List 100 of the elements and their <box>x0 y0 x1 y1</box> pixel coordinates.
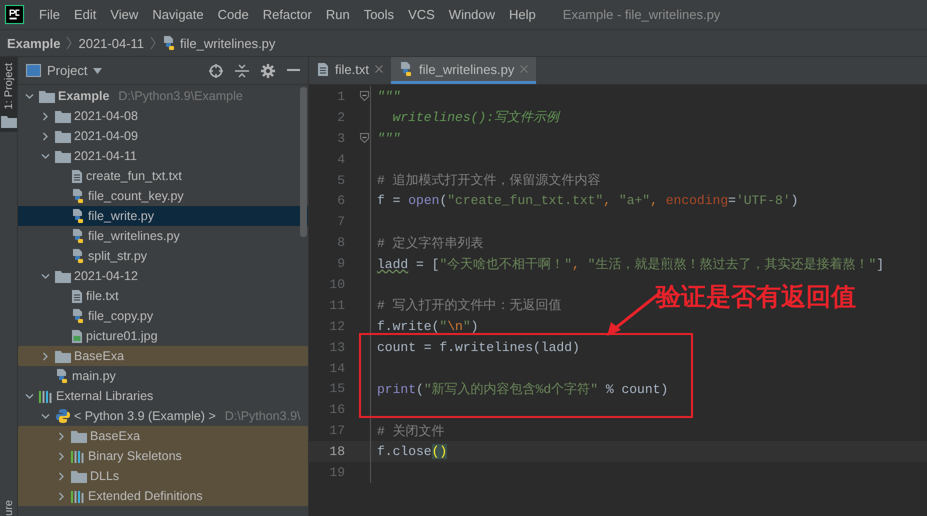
code-line: ladd = ["今天啥也不相干啊！", "生活，就是煎熬！熬过去了，其实还是接着熬！"] <box>377 256 884 273</box>
tree-item[interactable]: < Python 3.9 (Example) > D:\Python3.9\ <box>18 406 308 426</box>
tree-item[interactable]: main.py <box>18 366 308 386</box>
menu-item[interactable]: Help <box>502 7 543 22</box>
python-file-icon <box>71 228 85 244</box>
menu-item[interactable]: Edit <box>66 7 104 22</box>
python-file-icon <box>71 188 85 204</box>
editor-tab[interactable]: file_writelines.py <box>390 57 536 84</box>
code-line: writelines():写文件示例 <box>392 109 560 126</box>
chevron-down-icon[interactable] <box>24 92 34 100</box>
tree-item-label: 2021-04-12 <box>74 269 138 283</box>
tree-item[interactable]: 2021-04-08 <box>18 106 308 126</box>
code-line: f.close() <box>377 444 448 460</box>
path-hint: D:\Python3.9\ <box>224 409 300 423</box>
tree-item[interactable]: file_copy.py <box>18 306 308 326</box>
folder-icon <box>71 470 87 482</box>
tree-item[interactable]: BaseExa <box>18 426 308 446</box>
tree-item[interactable]: External Libraries <box>18 386 308 406</box>
line-number: 11 <box>328 298 346 313</box>
line-number: 4 <box>336 152 346 167</box>
tree-item-label: main.py <box>72 369 116 383</box>
line-number: 9 <box>336 256 346 272</box>
tree-item[interactable]: file_write.py <box>18 206 308 226</box>
tree-item[interactable]: 2021-04-11 <box>18 146 308 166</box>
python-file-icon <box>71 208 85 224</box>
chevron-right-icon[interactable] <box>56 452 66 460</box>
line-number: 14 <box>328 360 346 376</box>
chevron-right-icon[interactable] <box>40 132 50 140</box>
panel-title[interactable]: Project <box>47 63 88 78</box>
menu-item[interactable]: Run <box>318 7 357 22</box>
python-file-icon <box>398 61 413 77</box>
fold-marker-icon[interactable] <box>360 133 369 144</box>
breadcrumb-item[interactable]: file_writelines.py <box>180 36 276 50</box>
breadcrumb-item[interactable]: 2021-04-11 <box>78 36 144 50</box>
menu-item[interactable]: Window <box>442 7 502 22</box>
chevron-right-icon[interactable] <box>56 432 66 440</box>
line-number: 19 <box>328 464 346 480</box>
tree-item-label: file_write.py <box>88 209 154 223</box>
tree-item[interactable]: 2021-04-12 <box>18 266 308 286</box>
tree-item[interactable]: create_fun_txt.txt <box>18 166 308 186</box>
menu-item[interactable]: Refactor <box>256 7 319 22</box>
collapse-icon[interactable] <box>235 64 249 78</box>
menu-item[interactable]: Navigate <box>145 7 211 22</box>
line-number: 13 <box>328 340 346 355</box>
code-line: # 写入打开的文件中：无返回值 <box>377 297 562 314</box>
tree-item[interactable]: Binary Skeletons <box>18 446 308 466</box>
crosshair-icon[interactable] <box>209 64 223 78</box>
menu-item[interactable]: Tools <box>356 7 402 22</box>
code-line: # 定义字符串列表 <box>377 234 484 252</box>
line-number: 2 <box>336 110 346 125</box>
tree-item[interactable]: DLLs <box>18 466 308 486</box>
menu-item[interactable]: Code <box>210 7 256 22</box>
library-icon <box>39 390 53 402</box>
code-line: f.write("\n") <box>377 318 478 334</box>
breadcrumb-item[interactable]: Example <box>7 36 60 50</box>
menu-item[interactable]: File <box>32 7 67 22</box>
tree-item[interactable]: split_str.py <box>18 246 308 266</box>
chevron-right-icon[interactable] <box>40 112 50 120</box>
line-number: 15 <box>328 381 346 396</box>
menu-item[interactable]: VCS <box>401 7 442 22</box>
tree-item-label: 2021-04-09 <box>74 129 138 143</box>
chevron-right-icon[interactable] <box>56 472 66 480</box>
line-number: 12 <box>328 318 346 334</box>
folder-icon <box>55 110 71 122</box>
tree-item[interactable]: file.txt <box>18 286 308 306</box>
python-logo-icon <box>55 408 71 424</box>
python-file-icon <box>55 368 69 384</box>
tree-item-label: BaseExa <box>90 429 140 443</box>
chevron-down-icon[interactable] <box>40 152 50 160</box>
tree-item[interactable]: file_count_key.py <box>18 186 308 206</box>
settings-icon[interactable] <box>261 64 275 78</box>
line-number: 8 <box>336 235 346 250</box>
chevron-right-icon[interactable] <box>56 492 66 500</box>
tree-item[interactable]: 2021-04-09 <box>18 126 308 146</box>
tree-item-label: Extended Definitions <box>88 489 203 503</box>
chevron-down-icon[interactable] <box>24 392 34 400</box>
tree-item[interactable]: file_writelines.py <box>18 226 308 246</box>
minimize-icon[interactable] <box>287 69 300 72</box>
tree-item[interactable]: Extended Definitions <box>18 486 308 506</box>
structure-tool-tab[interactable]: ure <box>2 500 14 516</box>
editor-tab[interactable]: file.txt <box>309 57 391 84</box>
tree-item-label: split_str.py <box>88 249 148 263</box>
tree-item[interactable]: Example D:\Python3.9\Example <box>18 86 308 106</box>
breadcrumb-chevron-icon <box>66 36 72 50</box>
menu-item[interactable]: View <box>103 7 146 22</box>
tree-item[interactable]: BaseExa <box>18 346 308 366</box>
dropdown-caret-icon[interactable] <box>93 68 102 74</box>
chevron-down-icon[interactable] <box>40 412 50 420</box>
tree-item-label: DLLs <box>90 469 120 483</box>
close-icon[interactable] <box>374 65 383 73</box>
chevron-down-icon[interactable] <box>40 272 50 280</box>
text-file-icon <box>71 168 83 184</box>
chevron-right-icon[interactable] <box>40 352 50 360</box>
folder-icon <box>0 115 16 128</box>
scrollbar[interactable] <box>300 87 307 237</box>
fold-marker-icon[interactable] <box>360 91 369 102</box>
tree-item[interactable]: picture01.jpg <box>18 326 308 346</box>
line-number: 17 <box>328 423 346 438</box>
tree-item-label: External Libraries <box>56 389 154 403</box>
line-number: 5 <box>336 172 346 188</box>
